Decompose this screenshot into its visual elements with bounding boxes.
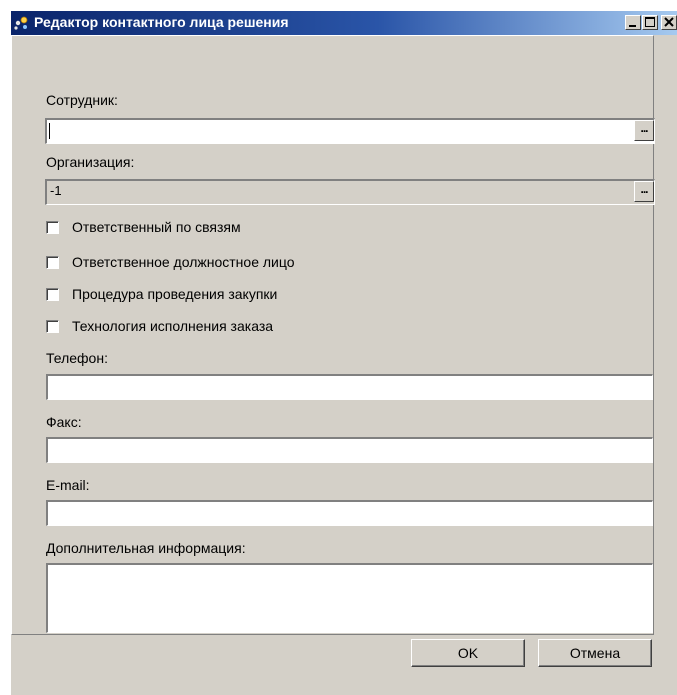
organization-browse-button[interactable]: ... — [634, 181, 654, 202]
organization-label: Организация: — [46, 154, 135, 170]
text-caret — [49, 123, 50, 139]
phone-field[interactable] — [46, 374, 653, 400]
organization-field[interactable]: -1 ... — [45, 179, 655, 205]
dialog-window: Редактор контактного лица решения Сотруд… — [10, 10, 677, 695]
checkbox-box[interactable] — [46, 320, 59, 333]
checkbox-box[interactable] — [46, 221, 59, 234]
organization-value: -1 — [50, 183, 62, 198]
close-icon — [664, 17, 674, 27]
maximize-icon — [645, 17, 655, 27]
extra-info-label: Дополнительная информация: — [46, 540, 246, 556]
title-bar[interactable]: Редактор контактного лица решения — [11, 11, 677, 35]
minimize-button[interactable] — [625, 15, 641, 30]
cancel-button[interactable]: Отмена — [538, 639, 652, 667]
email-field[interactable] — [46, 500, 653, 526]
maximize-button[interactable] — [642, 15, 658, 30]
email-label: E-mail: — [46, 477, 90, 493]
checkbox-box[interactable] — [46, 256, 59, 269]
fax-field[interactable] — [46, 437, 653, 463]
checkbox-box[interactable] — [46, 288, 59, 301]
app-icon — [14, 15, 30, 31]
fax-label: Факс: — [46, 414, 82, 430]
checkbox-label: Технология исполнения заказа — [72, 318, 274, 334]
phone-label: Телефон: — [46, 350, 108, 366]
checkbox-label: Ответственное должностное лицо — [72, 254, 295, 270]
ok-button[interactable]: OK — [411, 639, 525, 667]
form-frame: Сотрудник: ... Организация: -1 ... Ответ… — [11, 35, 655, 635]
checkbox-label: Ответственный по связям — [72, 219, 241, 235]
employee-field[interactable]: ... — [45, 118, 655, 144]
extra-info-textarea[interactable] — [46, 563, 653, 633]
employee-browse-button[interactable]: ... — [634, 120, 654, 141]
checkbox-label: Процедура проведения закупки — [72, 286, 278, 302]
employee-label: Сотрудник: — [46, 92, 118, 108]
minimize-icon — [629, 25, 636, 27]
window-title: Редактор контактного лица решения — [34, 14, 289, 30]
close-button[interactable] — [661, 15, 677, 30]
